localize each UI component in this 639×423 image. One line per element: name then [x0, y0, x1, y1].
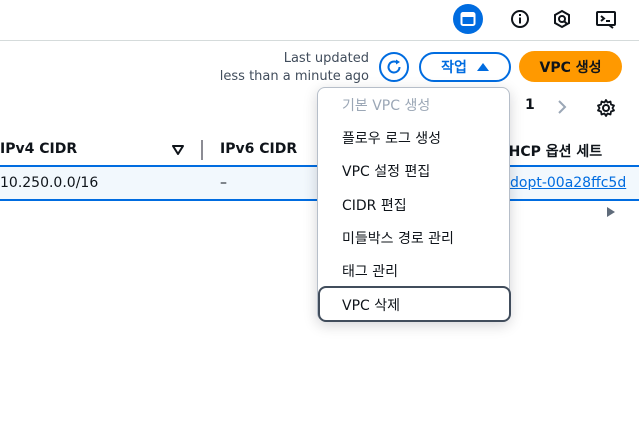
dhcp-options-link[interactable]: dopt-00a28ffc5d [510, 175, 626, 191]
actions-menu: 기본 VPC 생성 플로우 로그 생성 VPC 설정 편집 CIDR 편집 미들… [317, 87, 511, 322]
caret-up-icon [476, 63, 489, 71]
actions-label: 작업 [441, 60, 467, 76]
menu-item-edit-cidr[interactable]: CIDR 편집 [342, 195, 407, 215]
scroll-right-icon[interactable] [607, 207, 615, 217]
table-settings-button[interactable] [596, 98, 616, 118]
extension-button[interactable] [547, 4, 577, 34]
active-panel-icon [453, 4, 483, 34]
gear-icon [597, 99, 615, 117]
active-panel-button[interactable] [453, 4, 483, 34]
menu-item-create-default-vpc: 기본 VPC 생성 [342, 98, 431, 114]
menu-item-manage-tags[interactable]: 태그 관리 [342, 261, 398, 281]
top-navigation-bar [0, 0, 639, 41]
menu-item-manage-middlebox-routes[interactable]: 미들박스 경로 관리 [342, 228, 454, 248]
info-button[interactable] [505, 4, 535, 34]
last-updated-text: Last updated less than a minute ago [220, 50, 369, 86]
menu-item-delete-vpc-label: VPC 삭제 [342, 298, 401, 314]
menu-item-create-flow-log[interactable]: 플로우 로그 생성 [342, 128, 441, 148]
menu-item-edit-vpc-settings[interactable]: VPC 설정 편집 [342, 161, 430, 181]
column-header-ipv4-cidr[interactable]: IPv4 CIDR [0, 141, 77, 157]
create-vpc-button[interactable]: VPC 생성 [519, 51, 622, 82]
sort-descending-icon[interactable] [172, 145, 184, 155]
info-icon [511, 10, 529, 28]
menu-item-delete-vpc[interactable]: VPC 삭제 [318, 286, 511, 322]
actions-dropdown-button[interactable]: 작업 [419, 52, 511, 82]
next-page-button[interactable] [553, 96, 571, 118]
last-updated-label: Last updated [283, 51, 369, 66]
chevron-right-icon [558, 100, 567, 114]
last-updated-value: less than a minute ago [219, 69, 369, 84]
cell-ipv4-cidr: 10.250.0.0/16 [0, 175, 99, 191]
cloudshell-button[interactable] [591, 4, 621, 34]
cell-ipv6-cidr: – [220, 175, 227, 191]
refresh-icon [387, 59, 401, 74]
terminal-icon [596, 11, 616, 29]
refresh-button[interactable] [379, 52, 409, 82]
column-divider[interactable] [201, 140, 203, 160]
column-header-dhcp-options[interactable]: DHCP 옵션 세트 [497, 141, 602, 161]
extension-icon [554, 9, 570, 29]
current-page-number[interactable]: 1 [525, 97, 535, 113]
column-header-ipv6-cidr[interactable]: IPv6 CIDR [220, 141, 297, 157]
